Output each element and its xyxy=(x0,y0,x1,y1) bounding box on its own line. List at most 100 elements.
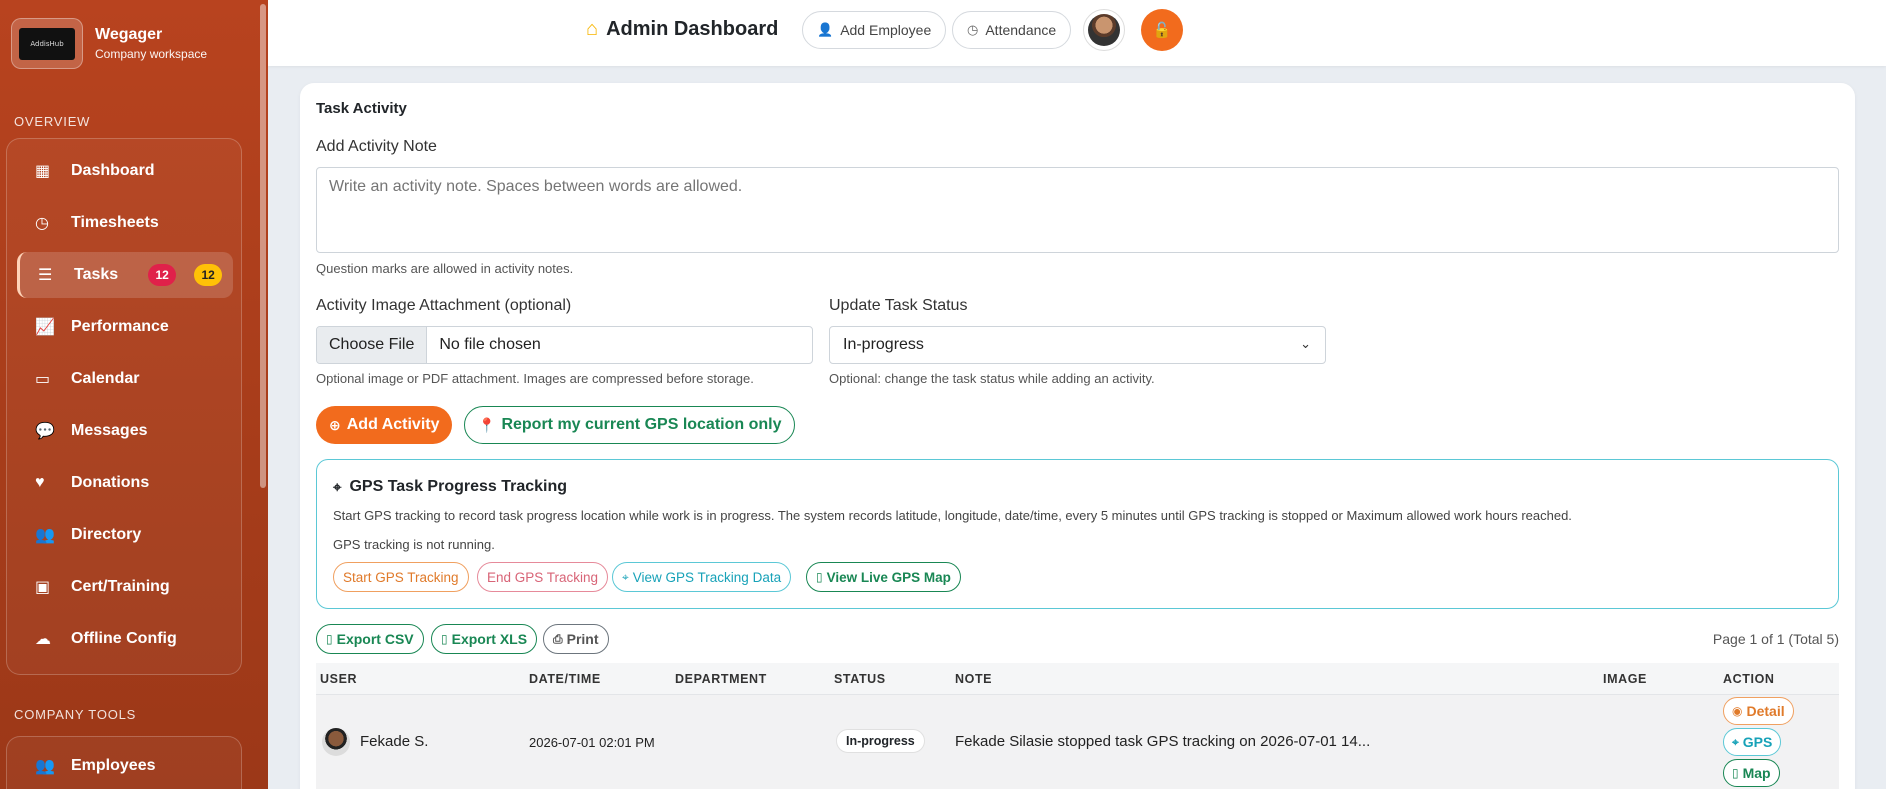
user-avatar[interactable] xyxy=(1083,9,1125,51)
sidebar-item-tasks[interactable]: ☰ Tasks 12 12 xyxy=(17,252,233,298)
section-company-tools: COMPANY TOOLS xyxy=(14,707,137,722)
detail-button[interactable]: ◉ Detail xyxy=(1723,697,1794,725)
people-icon: 👥 xyxy=(35,758,55,775)
status-badge: In-progress xyxy=(836,729,925,753)
status-help: Optional: change the task status while a… xyxy=(829,371,1155,386)
column-header-department: DEPARTMENT xyxy=(675,672,767,686)
sidebar-item-label: Performance xyxy=(71,318,169,335)
map-label: Map xyxy=(1742,765,1771,781)
end-gps-button[interactable]: End GPS Tracking xyxy=(477,562,609,592)
map-pin-icon: ⌖ xyxy=(333,478,342,496)
map-icon: ▯ xyxy=(816,570,823,584)
sidebar-item-messages[interactable]: 💬 Messages xyxy=(17,408,233,454)
sidebar-item-performance[interactable]: 📈 Performance xyxy=(17,304,233,350)
note-help: Question marks are allowed in activity n… xyxy=(316,261,574,276)
list-icon: ☰ xyxy=(38,267,53,284)
row-note: Fekade Silasie stopped task GPS tracking… xyxy=(955,733,1371,750)
map-pin-icon: ⌖ xyxy=(1732,734,1739,749)
sidebar-item-label: Offline Config xyxy=(71,630,177,647)
export-xls-button[interactable]: ▯ Export XLS xyxy=(431,624,538,654)
sidebar-scrollbar[interactable] xyxy=(260,4,266,488)
attachment-label: Activity Image Attachment (optional) xyxy=(316,297,572,314)
calendar-icon: ▭ xyxy=(35,371,51,388)
printer-icon: ⎙ xyxy=(553,631,563,646)
column-header-image: IMAGE xyxy=(1603,672,1647,686)
chart-line-icon: 📈 xyxy=(35,319,55,336)
home-icon: ⌂ xyxy=(586,18,599,40)
export-csv-button[interactable]: ▯ Export CSV xyxy=(316,624,424,654)
sidebar-item-calendar[interactable]: ▭ Calendar xyxy=(17,356,233,402)
brand-logo: AddisHub xyxy=(11,18,83,69)
gps-title-text: GPS Task Progress Tracking xyxy=(349,478,568,495)
page-title-text: Admin Dashboard xyxy=(606,18,779,40)
table-row: Fekade S. 2026-07-01 02:01 PM In-progres… xyxy=(316,695,1839,789)
print-button[interactable]: ⎙ Print xyxy=(543,624,609,654)
sidebar-item-cert-training[interactable]: ▣ Cert/Training xyxy=(17,564,233,610)
sidebar-item-timesheets[interactable]: ◷ Timesheets xyxy=(17,200,233,246)
detail-label: Detail xyxy=(1746,703,1785,719)
sidebar-item-label: Tasks xyxy=(74,266,119,283)
activity-note-input[interactable] xyxy=(316,167,1839,253)
brand-name: Wegager xyxy=(95,26,163,43)
people-icon: 👥 xyxy=(35,527,55,544)
topbar: ⌂ Admin Dashboard 👤 Add Employee ◷ Atten… xyxy=(268,0,1886,66)
sidebar-item-employees[interactable]: 👥 Employees xyxy=(17,743,233,789)
sidebar-item-directory[interactable]: 👥 Directory xyxy=(17,512,233,558)
attendance-button[interactable]: ◷ Attendance xyxy=(952,11,1072,49)
table-header: USER DATE/TIME DEPARTMENT STATUS NOTE IM… xyxy=(316,663,1839,695)
add-activity-button[interactable]: ⊕ Add Activity xyxy=(316,406,453,444)
avatar-photo xyxy=(1088,14,1120,46)
status-label: Update Task Status xyxy=(829,297,968,314)
row-user: Fekade S. xyxy=(360,733,429,750)
column-header-status: STATUS xyxy=(834,672,886,686)
view-live-map-button[interactable]: ▯ View Live GPS Map xyxy=(806,562,961,592)
brand[interactable]: AddisHub Wegager Company workspace xyxy=(11,18,207,69)
heart-icon: ♥ xyxy=(35,474,45,491)
eye-icon: ◉ xyxy=(1732,704,1743,718)
sidebar-item-offline-config[interactable]: ☁ Offline Config xyxy=(17,616,233,662)
sidebar: AddisHub Wegager Company workspace OVERV… xyxy=(0,0,268,789)
view-gps-data-button[interactable]: ⌖ View GPS Tracking Data xyxy=(612,562,792,592)
export-csv-label: Export CSV xyxy=(336,631,414,647)
file-input[interactable]: Choose File No file chosen xyxy=(316,326,813,364)
column-header-user: USER xyxy=(320,672,358,686)
certificate-icon: ▣ xyxy=(35,579,51,596)
map-button[interactable]: ▯ Map xyxy=(1723,759,1780,787)
file-icon: ▯ xyxy=(326,632,333,646)
column-header-datetime: DATE/TIME xyxy=(529,672,601,686)
sidebar-item-donations[interactable]: ♥ Donations xyxy=(17,460,233,506)
sidebar-item-label: Timesheets xyxy=(71,214,159,231)
sidebar-item-label: Messages xyxy=(71,422,148,439)
tasks-count-badge: 12 xyxy=(148,264,177,286)
sidebar-item-label: Donations xyxy=(71,474,150,491)
clock-icon: ◷ xyxy=(967,22,979,37)
unlock-button[interactable]: 🔓 xyxy=(1141,9,1183,51)
gps-label: GPS xyxy=(1742,734,1773,750)
add-employee-label: Add Employee xyxy=(840,22,932,38)
start-gps-button[interactable]: Start GPS Tracking xyxy=(333,562,469,592)
view-gps-data-label: View GPS Tracking Data xyxy=(632,569,782,585)
gps-button[interactable]: ⌖ GPS xyxy=(1723,728,1782,756)
export-xls-label: Export XLS xyxy=(451,631,528,647)
add-activity-label: Add Activity xyxy=(346,416,440,433)
view-live-map-label: View Live GPS Map xyxy=(826,569,951,585)
task-status-select[interactable]: In-progress ⌄ xyxy=(829,326,1326,364)
task-status-value: In-progress xyxy=(843,336,924,353)
file-excel-icon: ▯ xyxy=(441,632,448,646)
page-title: ⌂ Admin Dashboard xyxy=(586,18,778,41)
map-pin-icon: 📍 xyxy=(478,416,496,433)
map-pin-icon: ⌖ xyxy=(622,569,629,584)
add-employee-button[interactable]: 👤 Add Employee xyxy=(802,11,947,49)
page-info: Page 1 of 1 (Total 5) xyxy=(1712,631,1839,647)
unlock-icon: 🔓 xyxy=(1152,22,1172,39)
dashboard-icon: ▦ xyxy=(35,163,51,180)
report-gps-button[interactable]: 📍 Report my current GPS location only xyxy=(464,406,796,444)
sidebar-item-dashboard[interactable]: ▦ Dashboard xyxy=(17,148,233,194)
sidebar-item-label: Calendar xyxy=(71,370,140,387)
choose-file-button[interactable]: Choose File xyxy=(317,327,428,363)
gps-tracking-panel: ⌖ GPS Task Progress Tracking Start GPS t… xyxy=(316,459,1839,609)
task-activity-card: Task Activity Add Activity Note Question… xyxy=(300,83,1855,789)
note-label: Add Activity Note xyxy=(316,138,437,155)
file-status: No file chosen xyxy=(439,336,541,353)
plus-circle-icon: ⊕ xyxy=(329,416,341,433)
